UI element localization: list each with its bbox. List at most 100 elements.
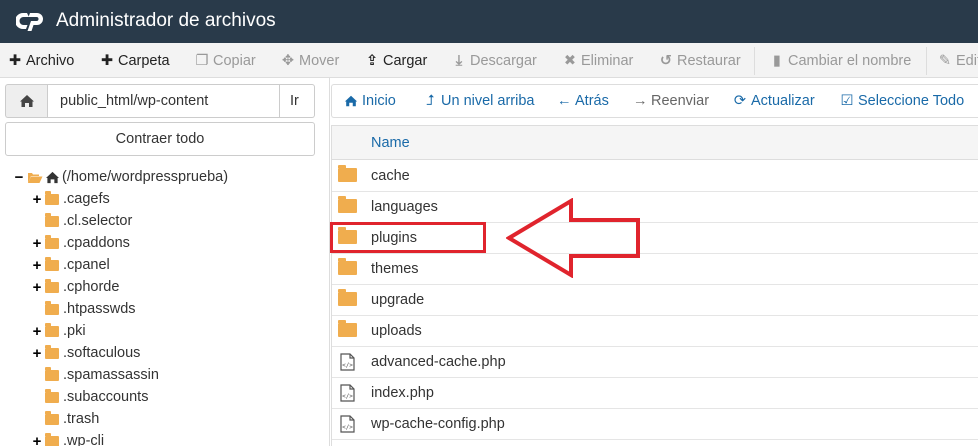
nav-up-button[interactable]: ⮥ Un nivel arriba xyxy=(423,93,535,109)
tree-item-cl-selector[interactable]: .cl.selector xyxy=(45,210,132,232)
tree-item-label: .cphorde xyxy=(63,279,120,295)
tree-item-trash[interactable]: .trash xyxy=(45,408,99,430)
home-path-button[interactable] xyxy=(5,84,47,118)
file-row-upgrade[interactable]: upgrade xyxy=(332,285,978,316)
app-title: Administrador de archivos xyxy=(56,10,276,31)
nav-back-button[interactable]: ← Atrás xyxy=(557,93,609,109)
path-input[interactable] xyxy=(47,84,280,118)
nav-select-all-button[interactable]: ☑ Seleccione Todo xyxy=(840,93,965,109)
collapse-icon[interactable]: − xyxy=(14,169,24,186)
tree-item-pki[interactable]: + .pki xyxy=(32,320,86,342)
code-file-icon: </> xyxy=(340,384,355,402)
expand-icon[interactable]: + xyxy=(32,433,42,446)
checkbox-icon: ☑ xyxy=(840,93,854,109)
rename-button[interactable]: ▮ Cambiar el nombre xyxy=(770,51,911,71)
file-name: advanced-cache.php xyxy=(371,354,506,370)
tree-item-label: .htpasswds xyxy=(63,301,136,317)
tree-item-cagefs[interactable]: + .cagefs xyxy=(32,188,110,210)
file-row-languages[interactable]: languages xyxy=(332,192,978,223)
go-button[interactable]: Ir xyxy=(280,84,315,118)
file-row-themes[interactable]: themes xyxy=(332,254,978,285)
folder-icon xyxy=(45,432,59,446)
folder-icon xyxy=(45,256,59,271)
file-name: upgrade xyxy=(371,292,425,308)
folder-icon xyxy=(45,212,59,227)
file-name: languages xyxy=(371,199,438,215)
code-file-icon: </> xyxy=(340,415,355,433)
tree-item-label: .cl.selector xyxy=(63,213,133,229)
copy-label: Copiar xyxy=(213,53,256,69)
folder-icon xyxy=(338,196,357,216)
collapse-all-button[interactable]: Contraer todo xyxy=(5,122,315,156)
tree-item-spamassassin[interactable]: .spamassassin xyxy=(45,364,159,386)
expand-icon[interactable]: + xyxy=(32,345,42,362)
nav-forward-button[interactable]: → Reenviar xyxy=(633,93,709,109)
tree-item-label: .trash xyxy=(63,411,100,427)
tree-item-cphorde[interactable]: + .cphorde xyxy=(32,276,119,298)
nav-select-all-label: Seleccione Todo xyxy=(858,93,965,109)
tree-item-label: .cagefs xyxy=(63,191,110,207)
download-button[interactable]: ⤓ Descargar xyxy=(452,51,537,71)
folder-icon xyxy=(338,165,357,185)
new-folder-button[interactable]: ✚ Carpeta xyxy=(100,51,170,71)
edit-button[interactable]: ✎Edit xyxy=(938,51,978,71)
file-row-index[interactable]: </> index.php xyxy=(332,378,978,409)
expand-icon[interactable]: + xyxy=(32,235,42,252)
toolbar-separator xyxy=(754,47,755,75)
nav-refresh-label: Actualizar xyxy=(751,93,815,109)
folder-icon xyxy=(338,320,357,340)
tree-item-cpanel[interactable]: + .cpanel xyxy=(32,254,110,276)
svg-text:</>: </> xyxy=(342,362,353,369)
upload-button[interactable]: ⇪ Cargar xyxy=(365,51,427,71)
nav-forward-label: Reenviar xyxy=(651,93,710,109)
tree-item-cpaddons[interactable]: + .cpaddons xyxy=(32,232,130,254)
tree-root-label: (/home/wordpressprueba) xyxy=(62,169,229,185)
folder-open-icon xyxy=(28,172,43,183)
expand-icon[interactable]: + xyxy=(32,257,42,274)
nav-refresh-button[interactable]: ⟳ Actualizar xyxy=(733,93,815,109)
restore-button[interactable]: ↺ Restaurar xyxy=(659,51,741,71)
delete-label: Eliminar xyxy=(581,53,634,69)
expand-icon[interactable]: + xyxy=(32,323,42,340)
move-label: Mover xyxy=(299,53,340,69)
new-file-button[interactable]: ✚ Archivo xyxy=(8,51,74,71)
copy-button[interactable]: ❐ Copiar xyxy=(195,51,256,71)
toolbar: ✚ Archivo ✚ Carpeta ❐ Copiar ✥ Mover ⇪ Cargar… xyxy=(0,43,978,78)
expand-icon[interactable]: + xyxy=(32,279,42,296)
tree-item-label: .cpanel xyxy=(63,257,110,273)
panel-divider[interactable] xyxy=(329,78,330,446)
tree-root[interactable]: − (/home/wordpressprueba) xyxy=(14,166,228,188)
folder-icon xyxy=(45,388,59,403)
svg-text:</>: </> xyxy=(342,393,353,400)
file-icon: ▮ xyxy=(773,53,781,69)
arrow-left-icon: ← xyxy=(557,93,572,109)
tree-item-label: .wp-cli xyxy=(63,433,105,446)
arrow-right-icon: → xyxy=(633,93,648,109)
file-row-advanced-cache[interactable]: </> advanced-cache.php xyxy=(332,347,978,378)
close-icon: ✖ xyxy=(563,53,577,69)
tree-item-wp-cli[interactable]: + .wp-cli xyxy=(32,430,104,446)
expand-icon[interactable]: + xyxy=(32,191,42,208)
delete-button[interactable]: ✖ Eliminar xyxy=(563,51,633,71)
file-row-wp-cache-config[interactable]: </> wp-cache-config.php xyxy=(332,409,978,440)
column-header-name[interactable]: Name xyxy=(371,135,410,151)
highlight-box xyxy=(330,222,486,253)
navigation-bar: Inicio ⮥ Un nivel arriba ← Atrás → Reenviar… xyxy=(331,84,978,118)
folder-icon xyxy=(45,322,59,337)
tree-item-subaccounts[interactable]: .subaccounts xyxy=(45,386,148,408)
restore-label: Restaurar xyxy=(677,53,741,69)
tree-item-softaculous[interactable]: + .softaculous xyxy=(32,342,140,364)
file-row-cache[interactable]: cache xyxy=(332,161,978,192)
file-list: Name cache languages plugins themes upgr… xyxy=(331,125,978,446)
file-name: wp-cache-config.php xyxy=(371,416,505,432)
undo-icon: ↺ xyxy=(659,53,673,69)
tree-item-htpasswds[interactable]: .htpasswds xyxy=(45,298,136,320)
file-row-uploads[interactable]: uploads xyxy=(332,316,978,347)
refresh-icon: ⟳ xyxy=(733,93,747,109)
move-button[interactable]: ✥ Mover xyxy=(281,51,339,71)
upload-label: Cargar xyxy=(383,53,428,69)
new-file-label: Archivo xyxy=(26,53,75,69)
folder-icon xyxy=(45,300,59,315)
plus-icon: ✚ xyxy=(100,53,114,69)
nav-home-button[interactable]: Inicio xyxy=(344,93,396,109)
